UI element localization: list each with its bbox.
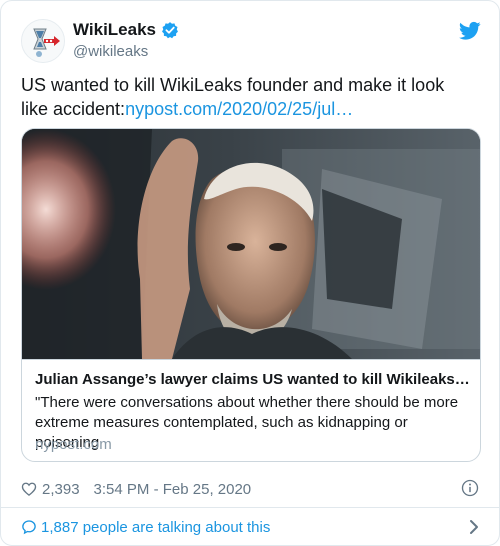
link-card-body[interactable]: Julian Assange’s lawyer claims US wanted… xyxy=(22,359,480,461)
name-row[interactable]: WikiLeaks xyxy=(73,20,179,40)
link-card-domain: nypost.com xyxy=(35,436,112,453)
display-name[interactable]: WikiLeaks xyxy=(73,20,156,40)
tweet-meta-row: 2,393 3:54 PM - Feb 25, 2020 xyxy=(21,479,481,499)
tweet-link[interactable]: nypost.com/2020/02/25/jul… xyxy=(125,99,353,119)
twitter-bird-icon[interactable] xyxy=(459,21,481,41)
handle[interactable]: @wikileaks xyxy=(73,43,148,60)
conversation-label[interactable]: 1,887 people are talking about this xyxy=(41,519,270,536)
heart-icon[interactable] xyxy=(21,481,37,497)
conversation-link[interactable]: 1,887 people are talking about this xyxy=(21,517,481,537)
tweet-embed-card: WikiLeaks @wikileaks US wanted to kill W… xyxy=(0,0,500,546)
timestamp[interactable]: 3:54 PM - Feb 25, 2020 xyxy=(94,481,252,498)
chevron-right-icon[interactable] xyxy=(469,519,479,535)
photo-illustration xyxy=(22,129,480,359)
like-count[interactable]: 2,393 xyxy=(42,481,80,498)
hourglass-logo-icon xyxy=(22,20,64,62)
link-preview-card[interactable]: Julian Assange’s lawyer claims US wanted… xyxy=(21,128,481,462)
tweet-text: US wanted to kill WikiLeaks founder and … xyxy=(21,73,476,121)
info-icon[interactable] xyxy=(461,479,479,497)
speech-bubble-icon xyxy=(22,520,36,535)
divider xyxy=(1,507,499,508)
tweet-header: WikiLeaks @wikileaks xyxy=(21,19,481,67)
link-card-title[interactable]: Julian Assange’s lawyer claims US wanted… xyxy=(35,371,471,388)
photo-thumbnail[interactable] xyxy=(22,129,480,359)
avatar[interactable] xyxy=(21,19,65,63)
verified-badge-icon xyxy=(162,22,178,39)
